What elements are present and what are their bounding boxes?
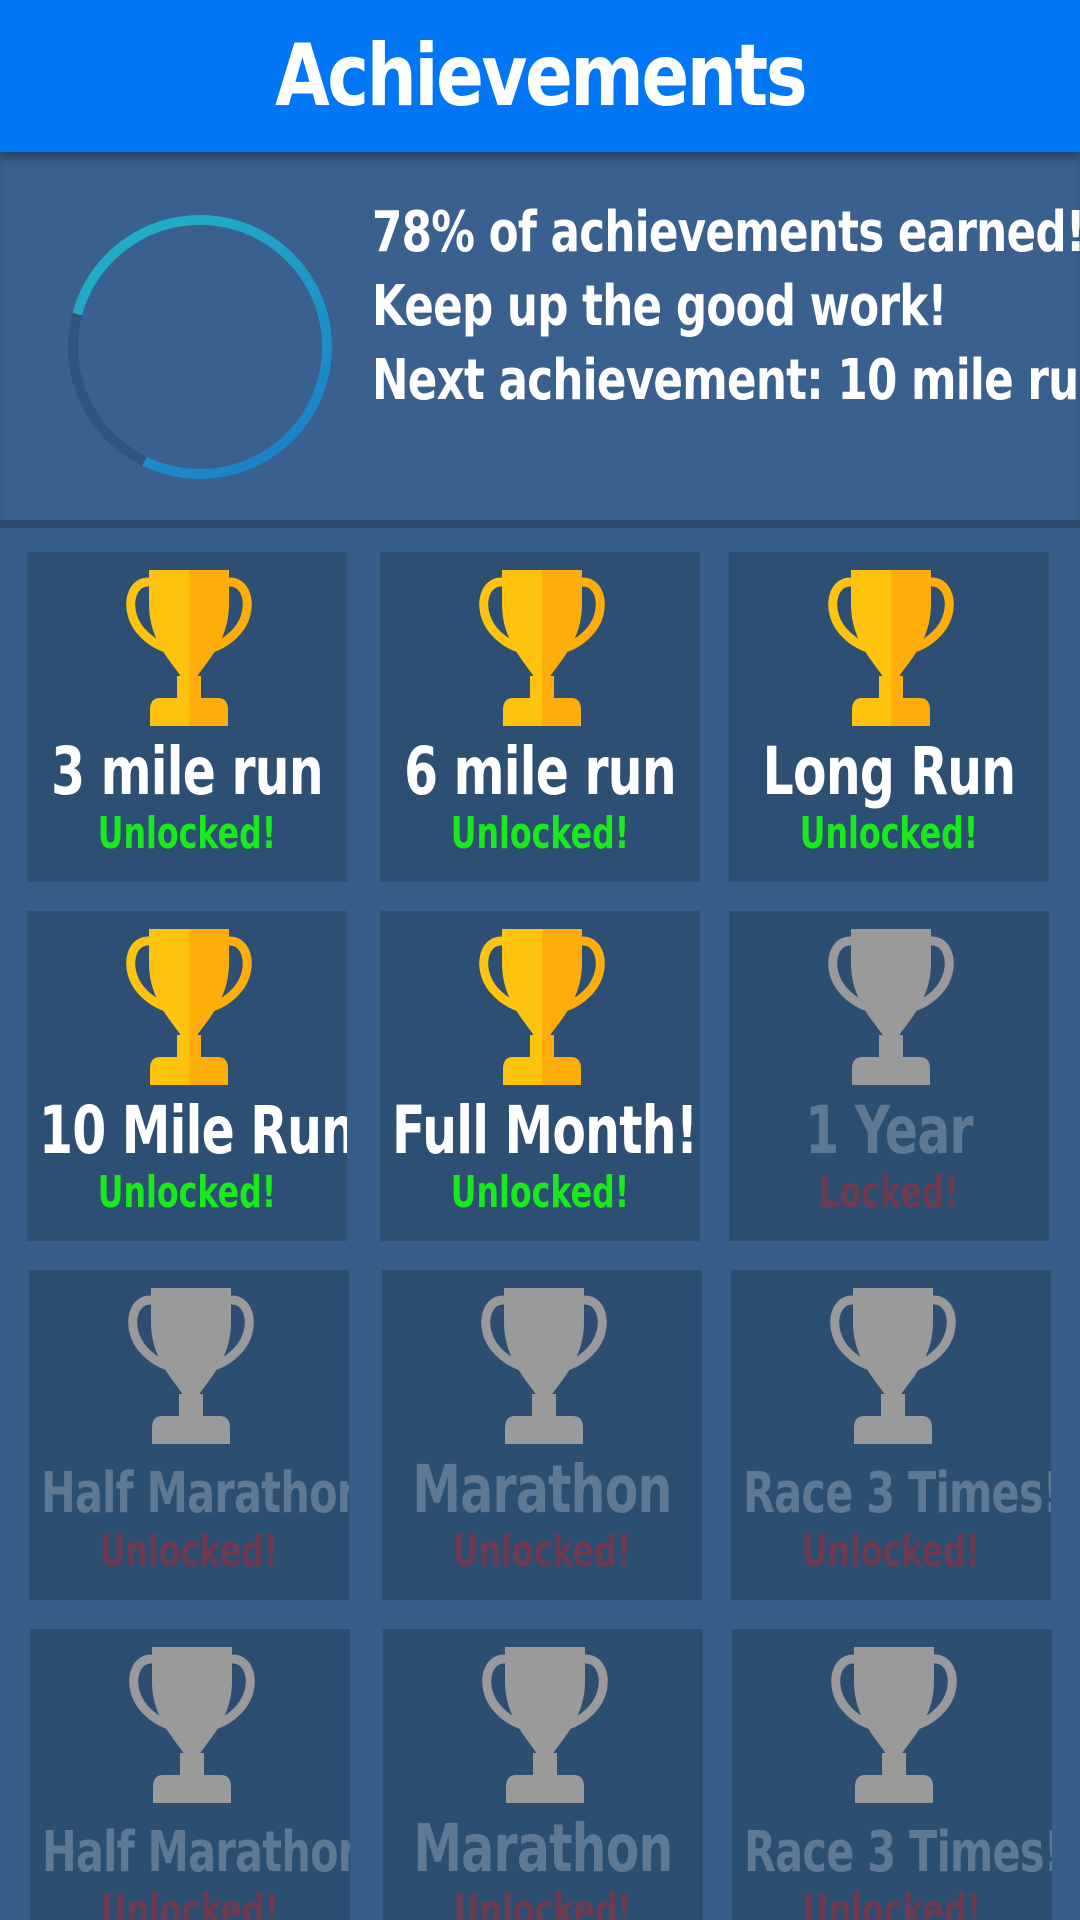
achievement-title: 1 Year [805, 1092, 973, 1169]
achievement-title: Race 3 Times! [744, 1820, 1052, 1885]
app-header: Achievements [0, 0, 1080, 152]
achievement-title: Race 3 Times! [743, 1461, 1051, 1526]
achievement-tile[interactable]: Half Marathon Unlocked! [30, 1629, 350, 1920]
page-title: Achievements [274, 26, 808, 126]
achievement-title: Marathon [413, 1810, 673, 1887]
achievement-title: Half Marathon [42, 1820, 350, 1885]
trophy-icon [831, 1647, 957, 1803]
summary-text: 78% of achievements earned! Keep up the … [372, 196, 1080, 418]
achievement-status: Unlocked! [453, 1885, 633, 1920]
summary-next-achievement-text: Next achievement: 10 mile run [372, 348, 1080, 413]
achievement-title: Marathon [412, 1451, 672, 1528]
achievement-status: Unlocked! [801, 1526, 981, 1577]
achievement-grid: 3 mile run Unlocked! 6 mile run Unlocked! Lo… [0, 528, 1080, 1920]
progress-ring-fill [68, 215, 332, 479]
summary-earned-text: 78% of achievements earned! [372, 200, 1080, 265]
achievement-status: Unlocked! [450, 808, 630, 859]
trophy-icon [828, 570, 954, 726]
trophy-icon [128, 1288, 254, 1444]
trophy-icon [126, 929, 252, 1085]
achievement-tile[interactable]: Half Marathon Unlocked! [29, 1270, 349, 1600]
achievement-tile[interactable]: 1 Year Locked! [729, 911, 1049, 1241]
achievement-tile[interactable]: 6 mile run Unlocked! [380, 552, 700, 882]
achievement-title: Long Run [762, 733, 1016, 810]
achievement-title: 6 mile run [404, 733, 676, 810]
achievement-status: Unlocked! [452, 1526, 632, 1577]
achievement-tile[interactable]: 3 mile run Unlocked! [27, 552, 347, 882]
achievement-status: Unlocked! [97, 1167, 277, 1218]
achievement-status: Unlocked! [450, 1167, 630, 1218]
achievement-tile[interactable]: Race 3 Times! Unlocked! [731, 1270, 1051, 1600]
achievement-title: Half Marathon [41, 1461, 349, 1526]
trophy-icon [482, 1647, 608, 1803]
progress-ring [68, 215, 332, 479]
achievement-status: Unlocked! [100, 1885, 280, 1920]
achievement-status: Unlocked! [99, 1526, 279, 1577]
trophy-icon [830, 1288, 956, 1444]
achievement-tile[interactable]: Race 3 Times! Unlocked! [732, 1629, 1052, 1920]
achievement-title: Full Month! [392, 1092, 698, 1169]
achievement-status: Unlocked! [802, 1885, 982, 1920]
achievements-screen: Achievements 78% of achievements earned!… [0, 0, 1080, 1920]
achievement-status: Locked! [819, 1167, 959, 1218]
achievement-tile[interactable]: Long Run Unlocked! [729, 552, 1049, 882]
achievement-title: 10 Mile Run [39, 1092, 347, 1169]
trophy-icon [481, 1288, 607, 1444]
trophy-icon [479, 570, 605, 726]
summary-divider [0, 520, 1080, 528]
achievement-title: 3 mile run [51, 733, 323, 810]
achievement-tile[interactable]: Marathon Unlocked! [382, 1270, 702, 1600]
trophy-icon [828, 929, 954, 1085]
trophy-icon [479, 929, 605, 1085]
achievement-tile[interactable]: Full Month! Unlocked! [380, 911, 700, 1241]
achievement-status: Unlocked! [97, 808, 277, 859]
achievement-tile[interactable]: Marathon Unlocked! [383, 1629, 703, 1920]
summary-encouragement-text: Keep up the good work! [372, 274, 947, 339]
trophy-icon [126, 570, 252, 726]
trophy-icon [129, 1647, 255, 1803]
achievement-tile[interactable]: 10 Mile Run Unlocked! [27, 911, 347, 1241]
achievement-status: Unlocked! [799, 808, 979, 859]
